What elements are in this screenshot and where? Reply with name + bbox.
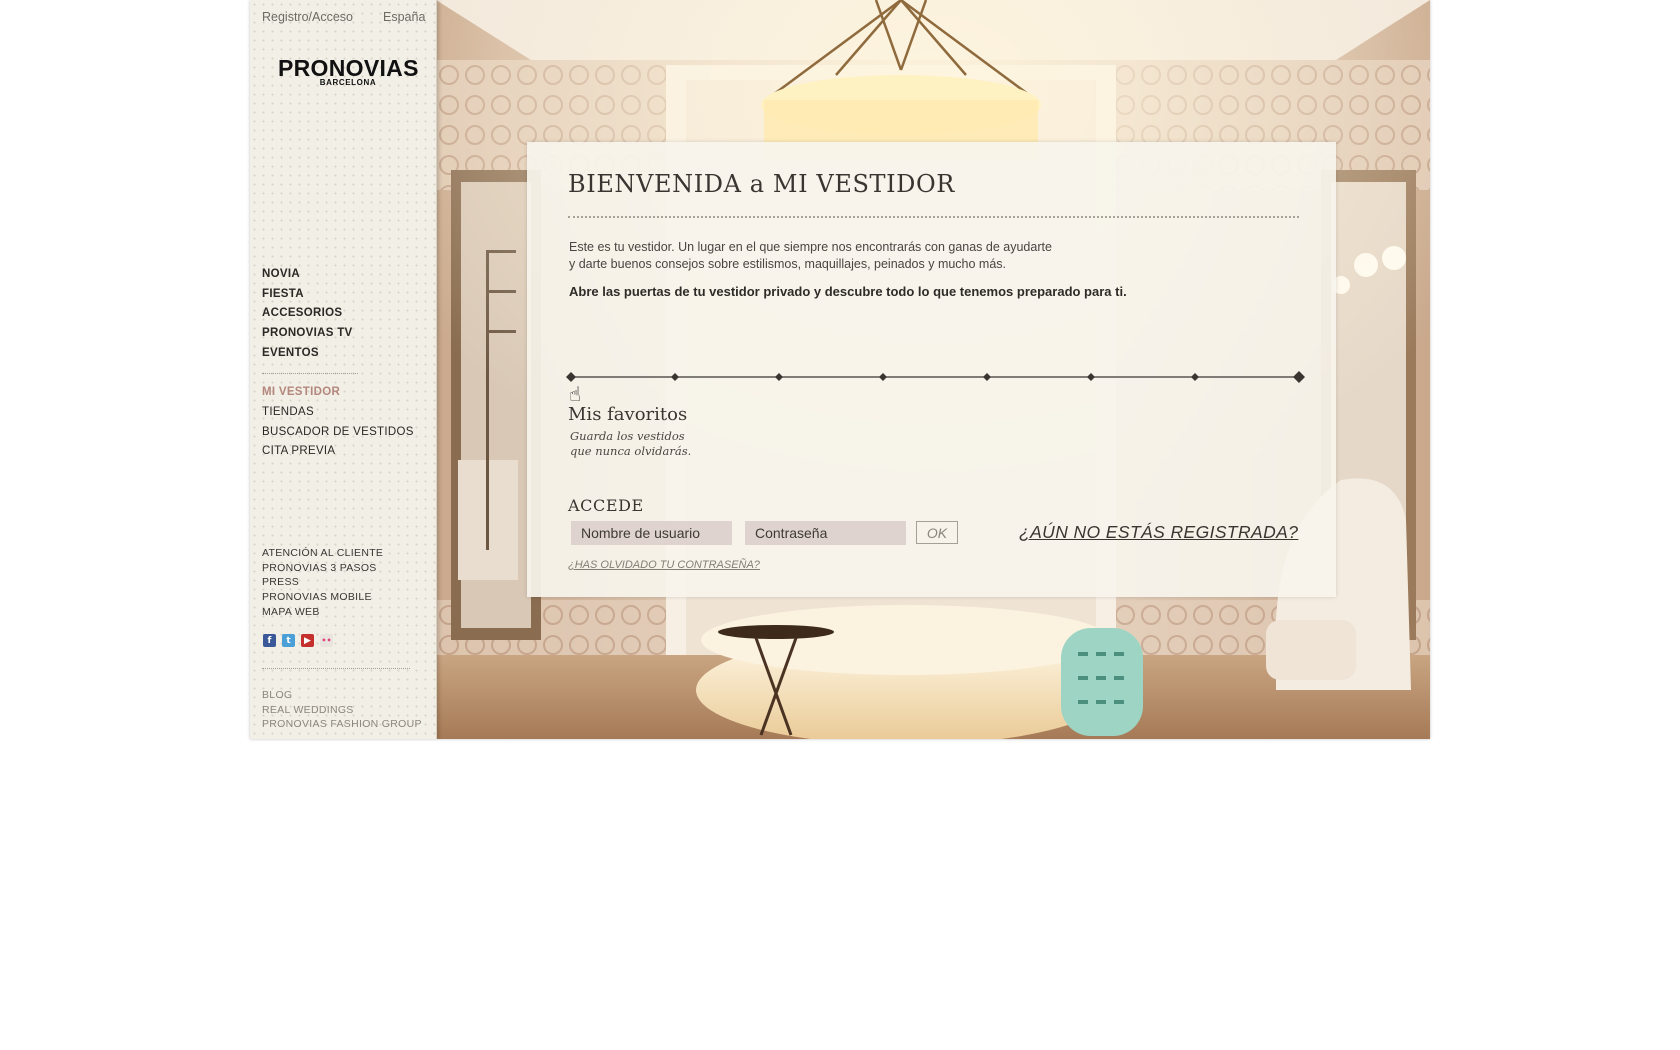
nav-divider xyxy=(262,373,358,374)
footer-link-real-weddings[interactable]: REAL WEDDINGS xyxy=(262,703,422,718)
forgot-password-link[interactable]: ¿HAS OLVIDADO TU CONTRASEÑA? xyxy=(568,559,760,571)
footer-link-pronovias-fashion-group[interactable]: PRONOVIAS FASHION GROUP xyxy=(262,717,422,732)
nav-item-mi-vestidor[interactable]: MI VESTIDOR xyxy=(262,383,340,403)
nav-item-eventos[interactable]: EVENTOS xyxy=(262,344,353,364)
footer-link-blog[interactable]: BLOG xyxy=(262,688,422,703)
secondary-nav: MI VESTIDOR xyxy=(262,383,340,403)
login-ok-button[interactable]: OK xyxy=(916,521,958,544)
footer-links: ATENCIÓN AL CLIENTE PRONOVIAS 3 PASOS PRES… xyxy=(262,546,383,620)
sidebar: Registro/Acceso España PRONOVIAS BARCELO… xyxy=(250,0,437,739)
intro-line-2: y darte buenos consejos sobre estilismos… xyxy=(569,257,1007,271)
nav-item-pronovias-tv[interactable]: PRONOVIAS TV xyxy=(262,324,353,344)
timeline-step-4[interactable] xyxy=(879,373,887,381)
country-selector[interactable]: España xyxy=(383,10,425,24)
username-input[interactable] xyxy=(571,521,732,545)
step-subtitle: Guarda los vestidos que nunca olvidarás. xyxy=(570,429,700,458)
welcome-panel: BIENVENIDA a MI VESTIDOR Este es tu vest… xyxy=(527,142,1336,597)
nav-item-fiesta[interactable]: FIESTA xyxy=(262,285,353,305)
intro-highlight: Abre las puertas de tu vestidor privado … xyxy=(569,284,1127,299)
extra-links: BLOG REAL WEDDINGS PRONOVIAS FASHION GROUP xyxy=(262,688,422,732)
footer-link-mapa-web[interactable]: MAPA WEB xyxy=(262,605,383,620)
timeline-step-6[interactable] xyxy=(1087,373,1095,381)
timeline-step-7[interactable] xyxy=(1191,373,1199,381)
login-register-link[interactable]: Registro/Acceso xyxy=(262,10,353,24)
flickr-icon[interactable]: •• xyxy=(320,634,333,647)
nav-item-cita-previa[interactable]: CITA PREVIA xyxy=(262,442,414,462)
youtube-icon[interactable]: ▶ xyxy=(301,634,314,647)
logo-brand: PRONOVIAS xyxy=(278,55,419,81)
timeline-step-2[interactable] xyxy=(671,373,679,381)
footer-link-pronovias-3-pasos[interactable]: PRONOVIAS 3 PASOS xyxy=(262,561,383,576)
nav-item-tiendas[interactable]: TIENDAS xyxy=(262,403,414,423)
intro-line-1: Este es tu vestidor. Un lugar en el que … xyxy=(569,240,1052,254)
steps-timeline: ☝ xyxy=(566,371,1305,406)
facebook-icon[interactable]: f xyxy=(263,634,276,647)
timeline-step-1[interactable] xyxy=(566,372,576,382)
footer-divider xyxy=(262,668,410,669)
password-input[interactable] xyxy=(745,521,906,545)
nav-item-buscador-de-vestidos[interactable]: BUSCADOR DE VESTIDOS xyxy=(262,423,414,443)
secondary-nav-items: TIENDAS BUSCADOR DE VESTIDOS CITA PREVIA xyxy=(262,403,414,462)
register-link[interactable]: ¿AÚN NO ESTÁS REGISTRADA? xyxy=(1019,522,1298,543)
timeline-step-5[interactable] xyxy=(983,373,991,381)
main-nav: NOVIA FIESTA ACCESORIOS PRONOVIAS TV EVENTOS xyxy=(262,265,353,364)
step-title: Mis favoritos xyxy=(568,404,688,425)
page-title: BIENVENIDA a MI VESTIDOR xyxy=(568,170,955,198)
timeline-step-8[interactable] xyxy=(1293,371,1305,383)
nav-item-accesorios[interactable]: ACCESORIOS xyxy=(262,304,353,324)
step-subtitle-line-2: que nunca olvidarás. xyxy=(570,443,692,458)
footer-link-atenci-n-al-cliente[interactable]: ATENCIÓN AL CLIENTE xyxy=(262,546,383,561)
pronovias-logo[interactable]: PRONOVIAS BARCELONA xyxy=(278,56,418,87)
footer-link-pronovias-mobile[interactable]: PRONOVIAS MOBILE xyxy=(262,590,383,605)
title-divider xyxy=(568,216,1299,218)
footer-link-press[interactable]: PRESS xyxy=(262,575,383,590)
social-links: f t ▶ •• xyxy=(263,634,333,647)
nav-item-novia[interactable]: NOVIA xyxy=(262,265,353,285)
login-heading: ACCEDE xyxy=(568,496,644,515)
step-subtitle-line-1: Guarda los vestidos xyxy=(570,429,685,443)
twitter-icon[interactable]: t xyxy=(282,634,295,647)
timeline-step-3[interactable] xyxy=(775,373,783,381)
hand-cursor-icon: ☝ xyxy=(569,382,581,406)
